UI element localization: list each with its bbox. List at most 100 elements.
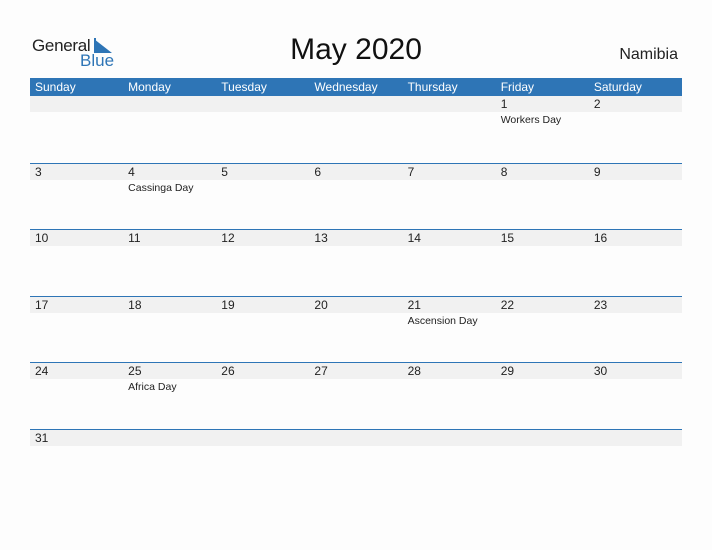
day-number — [216, 96, 310, 112]
day-number: 11 — [123, 230, 217, 246]
holiday-label: Cassinga Day — [128, 181, 194, 194]
day-cell[interactable]: 4 Cassinga Day — [123, 163, 217, 194]
day-cell[interactable]: 16 — [588, 230, 682, 246]
week-row: 10 11 12 13 14 15 16 — [30, 229, 682, 296]
day-cell[interactable]: 31 — [30, 429, 124, 446]
day-number: 20 — [309, 296, 403, 313]
day-number — [309, 429, 403, 446]
day-number: 1 — [495, 96, 589, 112]
day-number: 18 — [123, 296, 217, 313]
country-label: Namibia — [619, 46, 678, 63]
day-cell[interactable]: 28 — [402, 363, 496, 379]
day-number: 27 — [309, 363, 403, 379]
day-number: 12 — [216, 230, 310, 246]
day-number — [495, 429, 589, 446]
day-number: 14 — [402, 230, 496, 246]
day-number: 9 — [588, 163, 682, 180]
day-number: 3 — [30, 163, 124, 180]
day-number — [123, 96, 217, 112]
day-cell[interactable]: 13 — [309, 230, 403, 246]
day-number: 22 — [495, 296, 589, 313]
day-cell[interactable]: 30 — [588, 363, 682, 379]
day-number: 19 — [216, 296, 310, 313]
week-row: 24 25 Africa Day 26 27 28 29 30 — [30, 362, 682, 429]
weekday-friday: Friday — [500, 80, 535, 94]
day-number — [309, 96, 403, 112]
day-number: 6 — [309, 163, 403, 180]
day-cell[interactable]: 8 — [495, 163, 589, 180]
day-cell[interactable]: 2 — [588, 96, 682, 112]
holiday-label: Workers Day — [500, 114, 562, 126]
day-cell[interactable]: 22 — [495, 296, 589, 313]
day-number: 16 — [588, 230, 682, 246]
day-number: 8 — [495, 163, 589, 180]
day-number: 5 — [216, 163, 310, 180]
day-cell[interactable]: 29 — [495, 363, 589, 379]
day-number: 31 — [30, 429, 124, 446]
day-cell[interactable]: 12 — [216, 230, 310, 246]
weekday-tuesday: Tuesday — [221, 80, 267, 94]
day-cell[interactable]: 17 — [30, 296, 124, 313]
day-number: 30 — [588, 363, 682, 379]
day-cell[interactable]: 21 Ascension Day — [402, 296, 496, 327]
day-cell[interactable]: 26 — [216, 363, 310, 379]
day-number: 10 — [30, 230, 124, 246]
day-cell[interactable]: 9 — [588, 163, 682, 180]
holiday-label: Ascension Day — [407, 314, 478, 327]
day-cell[interactable]: 19 — [216, 296, 310, 313]
day-cell[interactable]: 11 — [123, 230, 217, 246]
week-row: 31 — [30, 428, 682, 496]
day-number: 7 — [402, 163, 496, 180]
day-cell[interactable]: 15 — [495, 230, 589, 246]
day-cell[interactable] — [402, 429, 496, 446]
weekday-header: Sunday Monday Tuesday Wednesday Thursday Frid… — [30, 78, 682, 96]
day-cell[interactable]: 1 Workers Day — [495, 96, 589, 126]
day-cell[interactable]: 20 — [309, 296, 403, 313]
day-number: 17 — [30, 296, 124, 313]
day-cell[interactable]: 25 Africa Day — [123, 363, 217, 393]
day-number: 4 — [123, 163, 217, 180]
day-cell[interactable] — [402, 96, 496, 112]
day-number — [216, 429, 310, 446]
day-cell[interactable]: 5 — [216, 163, 310, 180]
day-cell[interactable] — [123, 96, 217, 112]
weekday-wednesday: Wednesday — [314, 80, 378, 94]
day-cell[interactable] — [123, 429, 217, 446]
weekday-monday: Monday — [128, 80, 171, 94]
day-number — [402, 96, 496, 112]
day-cell[interactable]: 23 — [588, 296, 682, 313]
day-number: 24 — [30, 363, 124, 379]
weekday-saturday: Saturday — [593, 80, 642, 94]
day-cell[interactable] — [588, 429, 682, 446]
day-number: 21 — [402, 296, 496, 313]
day-cell[interactable]: 14 — [402, 230, 496, 246]
day-number: 15 — [495, 230, 589, 246]
day-cell[interactable]: 24 — [30, 363, 124, 379]
week-row: 17 18 19 20 21 Ascension Day 22 23 — [30, 295, 682, 363]
holiday-label: Africa Day — [128, 381, 177, 393]
day-cell[interactable]: 6 — [309, 163, 403, 180]
day-number — [402, 429, 496, 446]
day-cell[interactable]: 27 — [309, 363, 403, 379]
day-number: 23 — [588, 296, 682, 313]
day-number — [123, 429, 217, 446]
page-title: May 2020 — [290, 33, 422, 66]
day-cell[interactable] — [216, 429, 310, 446]
day-number: 28 — [402, 363, 496, 379]
day-number — [30, 96, 124, 112]
day-number: 2 — [588, 96, 682, 112]
day-cell[interactable] — [309, 96, 403, 112]
day-cell[interactable] — [495, 429, 589, 446]
day-cell[interactable] — [30, 96, 124, 112]
day-cell[interactable]: 3 — [30, 163, 124, 180]
day-cell[interactable] — [216, 96, 310, 112]
week-row: 3 4 Cassinga Day 5 6 7 8 9 — [30, 162, 682, 230]
day-number: 25 — [123, 363, 217, 379]
day-number — [588, 429, 682, 446]
weekday-sunday: Sunday — [35, 80, 76, 94]
day-cell[interactable]: 18 — [123, 296, 217, 313]
calendar: Sunday Monday Tuesday Wednesday Thursday Frid… — [30, 78, 682, 495]
day-cell[interactable]: 7 — [402, 163, 496, 180]
day-cell[interactable]: 10 — [30, 230, 124, 246]
day-cell[interactable] — [309, 429, 403, 446]
